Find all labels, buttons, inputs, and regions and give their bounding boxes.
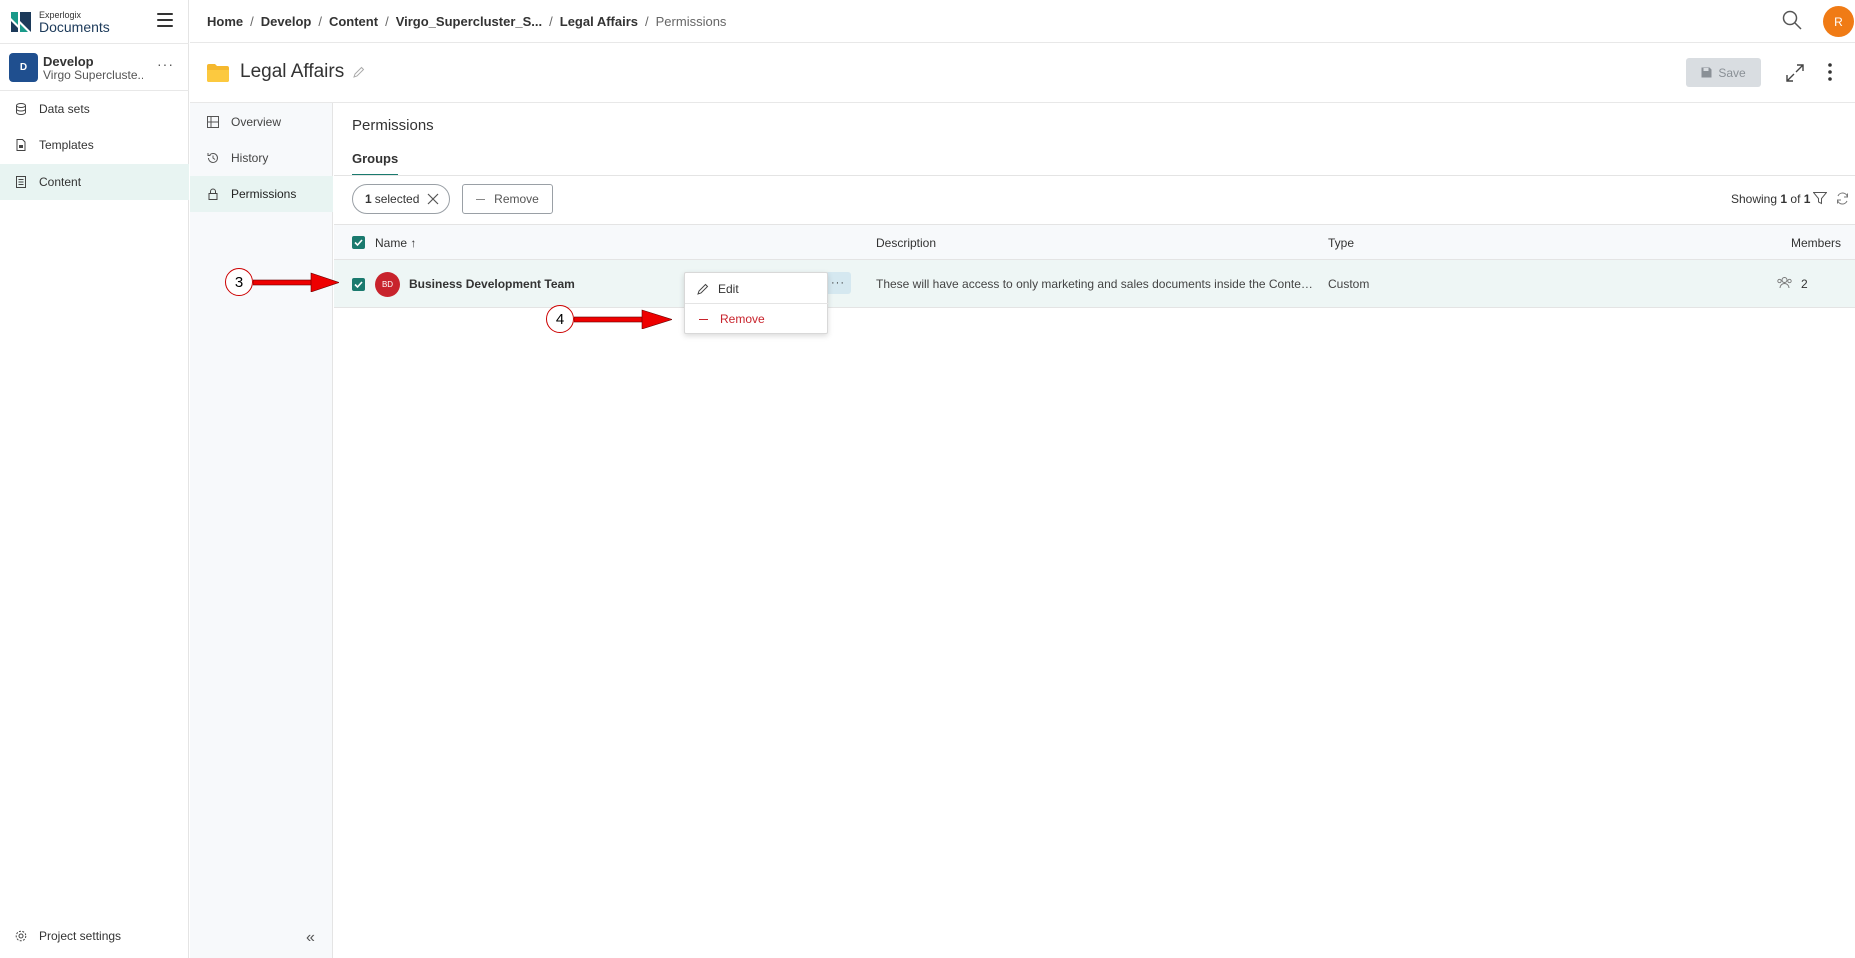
column-header-type[interactable]: Type (1328, 236, 1354, 250)
project-settings-link[interactable]: Project settings (0, 920, 189, 952)
content-icon (16, 176, 26, 188)
column-header-description[interactable]: Description (876, 236, 936, 250)
menu-item-remove-label: Remove (720, 312, 765, 326)
folder-icon (207, 64, 229, 82)
selected-count: 1 (365, 192, 372, 206)
search-icon[interactable] (1782, 10, 1802, 30)
tab-groups[interactable]: Groups (352, 151, 399, 176)
project-more-button[interactable]: ··· (157, 56, 174, 72)
showing-count: Showing 1 of 1 (1731, 192, 1810, 206)
column-name-label: Name (375, 236, 408, 250)
project-name: Develop (43, 54, 94, 69)
user-avatar[interactable]: R (1823, 6, 1854, 37)
remove-button-label: Remove (494, 192, 539, 206)
annotation-arrow-4 (574, 309, 672, 329)
showing-prefix: Showing (1731, 192, 1778, 206)
group-avatar: BD (375, 272, 400, 297)
sort-ascending-icon: ↑ (410, 236, 417, 250)
annotation-step-3: 3 (225, 268, 253, 296)
users-icon (1777, 277, 1792, 289)
subnav-item-label: History (231, 151, 269, 165)
subnav-item-label: Overview (231, 115, 282, 129)
showing-of: of (1790, 192, 1801, 206)
breadcrumb-home[interactable]: Home (207, 14, 243, 29)
secondary-nav: Overview History Permissions « (190, 103, 333, 958)
subnav-item-overview[interactable]: Overview (190, 104, 333, 140)
minus-icon (699, 318, 708, 320)
row-checkbox[interactable] (352, 278, 365, 291)
group-type: Custom (1328, 277, 1370, 291)
save-button-label: Save (1718, 65, 1746, 80)
template-icon (16, 139, 26, 151)
sidebar-item-label: Data sets (39, 102, 90, 116)
breadcrumb-permissions: Permissions (655, 14, 727, 29)
subnav-item-permissions[interactable]: Permissions (190, 176, 333, 212)
selected-count-chip[interactable]: 1 selected (352, 184, 450, 214)
select-all-checkbox[interactable] (352, 236, 365, 249)
title-bar: Legal Affairs Save (190, 44, 1855, 103)
breadcrumb: Home / Develop / Content / Virgo_Supercluster_… (207, 14, 727, 29)
menu-item-edit[interactable]: Edit (685, 274, 829, 304)
sidebar-item-templates[interactable]: Templates (0, 127, 189, 163)
clear-selection-icon[interactable] (427, 193, 439, 205)
gear-icon (15, 930, 27, 942)
sidebar-item-data-sets[interactable]: Data sets (0, 91, 189, 127)
annotation-step-4: 4 (546, 305, 574, 333)
filter-icon[interactable] (1813, 192, 1827, 205)
group-members-count: 2 (1801, 277, 1808, 291)
project-subtitle: Virgo Supercluste... (43, 68, 143, 82)
menu-item-edit-label: Edit (718, 281, 739, 296)
section-title: Permissions (352, 117, 434, 134)
group-description: These will have access to only marketing… (876, 277, 1316, 291)
project-avatar: D (9, 53, 38, 82)
sidebar-item-content[interactable]: Content (0, 164, 189, 200)
collapse-sidebar-icon[interactable]: « (306, 929, 315, 947)
breadcrumb-content[interactable]: Content (329, 14, 378, 29)
column-header-name[interactable]: Name ↑ (375, 236, 416, 250)
project-settings-label: Project settings (39, 929, 122, 943)
tabs-divider (334, 175, 1855, 176)
breadcrumb-virgo-supercluster[interactable]: Virgo_Supercluster_S... (396, 14, 542, 29)
sidebar-item-label: Content (39, 175, 82, 189)
kebab-menu-icon[interactable] (1827, 62, 1833, 82)
row-context-menu: Edit Remove (684, 272, 829, 334)
breadcrumb-legal-affairs[interactable]: Legal Affairs (560, 14, 638, 29)
page-title: Legal Affairs (240, 61, 345, 82)
showing-total: 1 (1803, 192, 1811, 206)
database-icon (16, 103, 26, 115)
hamburger-menu-icon[interactable] (157, 13, 173, 27)
sidebar-item-label: Templates (39, 138, 94, 152)
breadcrumb-develop[interactable]: Develop (261, 14, 312, 29)
selected-label: selected (374, 192, 420, 206)
logo-mark-icon (11, 12, 31, 32)
logo-big-text: Documents (39, 19, 110, 35)
left-sidebar: Experlogix Documents D Develop Virgo Sup… (0, 0, 189, 958)
table-row[interactable]: BD Business Development Team ··· These w… (334, 260, 1855, 308)
menu-item-remove[interactable]: Remove (685, 304, 829, 334)
showing-current: 1 (1780, 192, 1788, 206)
minus-icon (476, 198, 486, 200)
group-name[interactable]: Business Development Team (409, 277, 575, 291)
annotation-arrow-3 (253, 272, 339, 292)
subnav-item-label: Permissions (231, 187, 297, 201)
history-icon (207, 152, 218, 163)
column-header-members[interactable]: Members (1791, 236, 1841, 250)
pencil-icon[interactable] (353, 66, 365, 78)
expand-icon[interactable] (1785, 63, 1805, 83)
subnav-item-history[interactable]: History (190, 140, 333, 176)
pencil-icon (697, 283, 709, 295)
refresh-icon[interactable] (1836, 192, 1849, 205)
save-button[interactable]: Save (1686, 58, 1761, 87)
floppy-disk-icon (1701, 67, 1712, 78)
top-bar: Home / Develop / Content / Virgo_Supercluster_… (190, 0, 1855, 43)
remove-button[interactable]: Remove (462, 184, 553, 214)
project-switcher[interactable]: D Develop Virgo Supercluste... ··· (0, 44, 189, 91)
lock-icon (208, 188, 218, 200)
grid-icon (207, 116, 219, 128)
table-header: Name ↑ Description Type Members (334, 224, 1855, 260)
